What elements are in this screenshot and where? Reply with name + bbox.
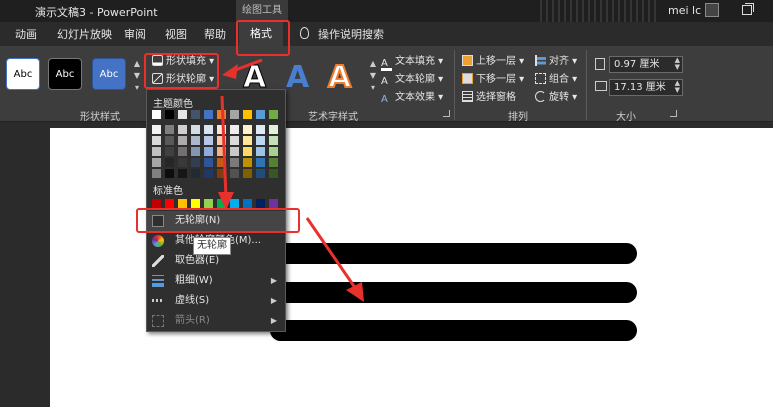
arrow-to-shapes-head bbox=[346, 282, 364, 302]
annotation-arrows bbox=[218, 58, 364, 302]
arrow-to-no-outline-line bbox=[220, 95, 228, 199]
arrow-to-no-outline-head bbox=[218, 192, 234, 210]
arrow-to-outline-head bbox=[222, 64, 238, 79]
arrow-to-shapes-line bbox=[305, 217, 360, 293]
